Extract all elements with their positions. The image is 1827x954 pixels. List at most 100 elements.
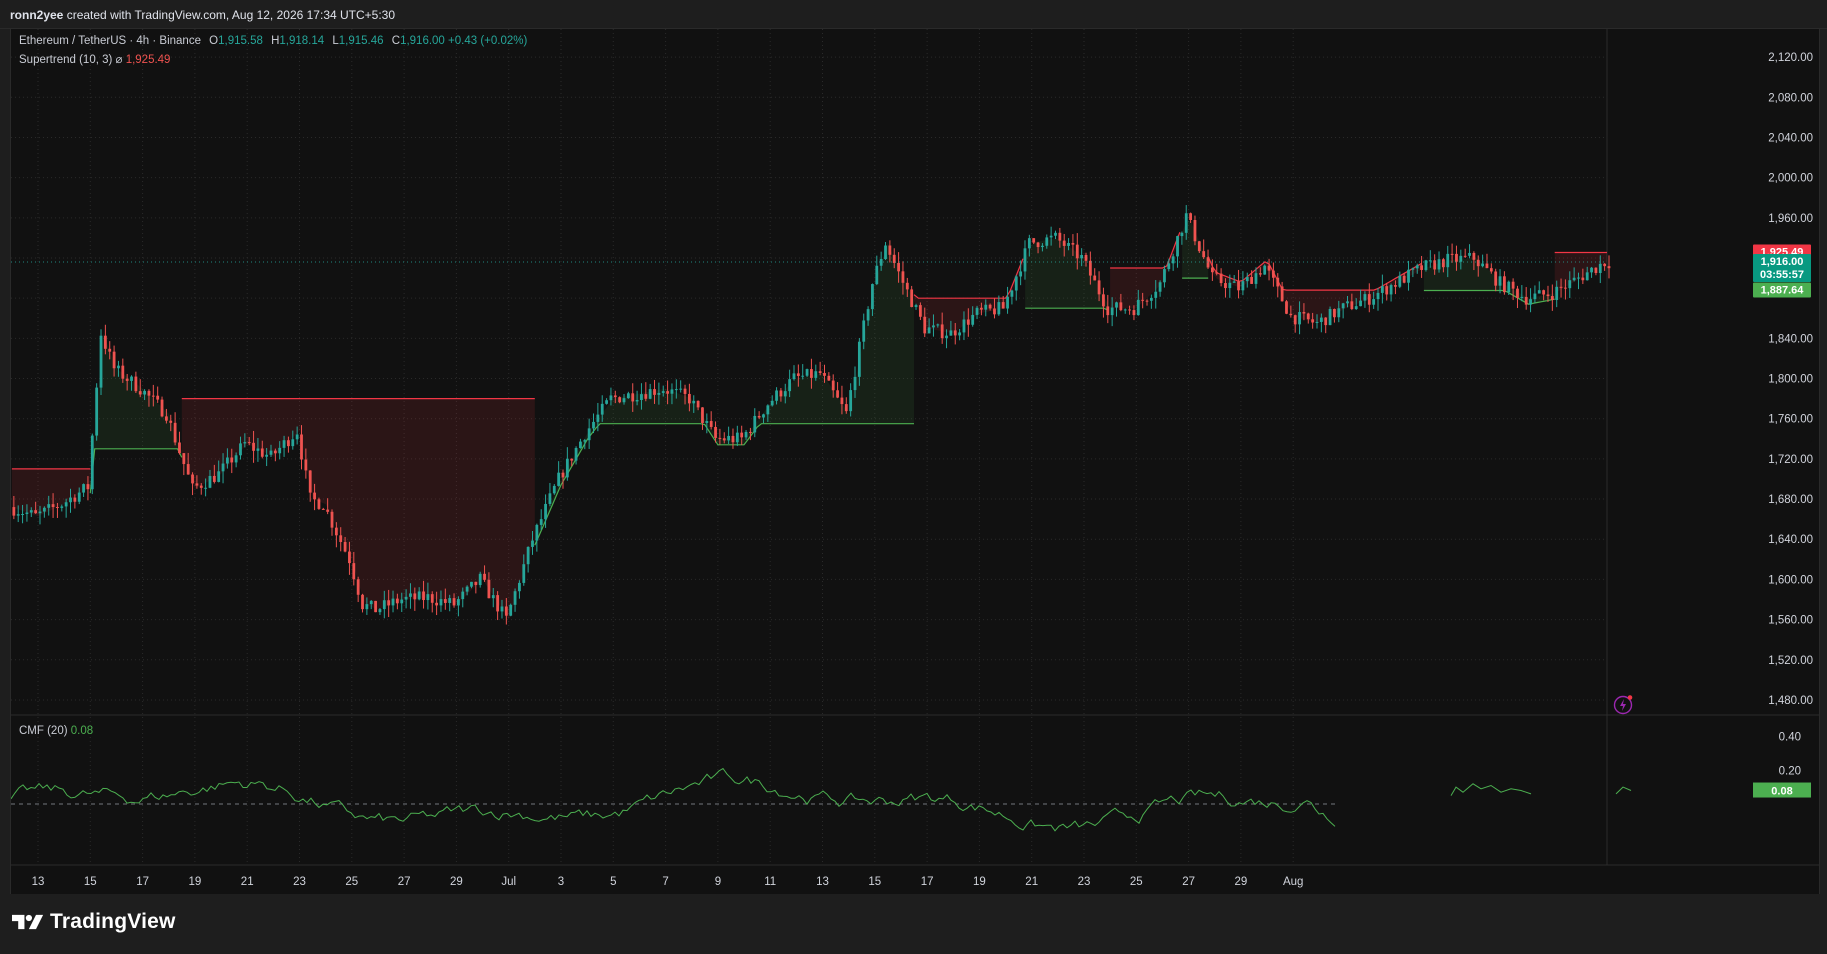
candle-down: [1524, 296, 1528, 305]
candle-down: [993, 308, 996, 315]
time-tick-label: 9: [715, 876, 721, 888]
candle-down: [1062, 240, 1066, 246]
candle-up: [531, 540, 534, 547]
candle-down: [1289, 313, 1293, 316]
candle-up: [871, 284, 874, 310]
candle-up: [622, 398, 626, 403]
cmf-legend[interactable]: CMF (20) 0.08: [19, 725, 93, 737]
candle-up: [1228, 282, 1232, 289]
symbol-legend[interactable]: Ethereum / TetherUS · 4h · Binance O1,91…: [19, 35, 527, 47]
candle-down: [1350, 301, 1354, 310]
candle-up: [1298, 312, 1301, 325]
cmf-label[interactable]: CMF (20): [19, 725, 68, 737]
candle-down: [356, 579, 360, 595]
candle-up: [1115, 302, 1118, 308]
last-price-tag-text: 03:55:57: [1760, 269, 1804, 281]
candle-up: [679, 388, 683, 390]
candle-up: [1376, 292, 1380, 300]
candle-down: [1084, 255, 1088, 261]
candle-down: [1141, 299, 1145, 301]
candle-down: [901, 271, 905, 283]
candle-down: [496, 595, 500, 612]
candle-up: [1123, 309, 1127, 311]
symbol-title[interactable]: Ethereum / TetherUS · 4h · Binance: [19, 35, 201, 47]
candle-up: [1520, 296, 1524, 298]
candle-up: [862, 320, 866, 342]
candle-up: [866, 309, 870, 321]
candle-down: [1489, 268, 1493, 272]
candle-up: [491, 595, 495, 599]
chart-frame[interactable]: 1,480.00 1,520.00 1,560.00 1,600.00 1,640.00…: [10, 28, 1820, 895]
candle-down: [1441, 259, 1445, 268]
candle-up: [1154, 291, 1158, 298]
candle-down: [1036, 242, 1040, 248]
candle-down: [334, 527, 338, 536]
candle-down: [103, 335, 107, 349]
candle-up: [657, 392, 661, 395]
candle-down: [1202, 251, 1206, 258]
candle-down: [827, 375, 831, 381]
candle-up: [439, 599, 443, 606]
candle-down: [840, 397, 844, 405]
candle-up: [1507, 281, 1511, 293]
candle-down: [910, 289, 914, 307]
candle-down: [831, 380, 835, 391]
time-tick-label: 13: [32, 876, 45, 888]
candle-down: [1106, 306, 1110, 316]
supertrend-label[interactable]: Supertrend (10, 3): [19, 54, 112, 66]
price-tick-label: 2,080.00: [1768, 92, 1813, 104]
candle-down: [374, 600, 377, 613]
tradingview-logo-icon: [12, 914, 44, 930]
candle-down: [1001, 302, 1005, 309]
candle-down: [361, 594, 364, 610]
candle-up: [25, 512, 29, 515]
price-chart-canvas[interactable]: 1,480.00 1,520.00 1,560.00 1,600.00 1,640.00…: [11, 29, 1819, 894]
candle-down: [343, 541, 347, 552]
candle-down: [818, 371, 822, 374]
time-tick-label: 17: [136, 876, 149, 888]
candle-down: [247, 442, 251, 444]
supertrend-legend[interactable]: Supertrend (10, 3) ⌀ 1,925.49: [19, 52, 170, 66]
candle-down: [1250, 276, 1254, 284]
candle-down: [1145, 300, 1149, 302]
candle-up: [727, 435, 731, 441]
candle-up: [1263, 265, 1267, 275]
candle-up: [21, 514, 24, 516]
candle-up: [1158, 282, 1162, 292]
candle-down: [1128, 309, 1131, 311]
candle-up: [256, 448, 260, 451]
tradingview-logo[interactable]: TradingView: [12, 910, 176, 934]
candle-down: [387, 600, 391, 606]
candle-up: [518, 582, 521, 592]
candle-down: [1450, 253, 1454, 255]
candle-up: [38, 511, 42, 514]
candle-up: [457, 599, 460, 606]
candle-up: [1346, 301, 1349, 304]
candle-down: [112, 351, 116, 369]
candle-up: [1537, 290, 1541, 294]
candle-up: [557, 472, 561, 486]
candle-down: [1276, 277, 1280, 287]
supertrend-up-fill: [534, 242, 914, 546]
candle-up: [1110, 307, 1114, 316]
candle-down: [701, 407, 704, 423]
candle-down: [1272, 270, 1275, 278]
candle-down: [326, 509, 330, 512]
candle-up: [762, 414, 765, 418]
candle-down: [504, 606, 508, 616]
candle-down: [352, 563, 356, 580]
candle-up: [1415, 265, 1419, 269]
candle-down: [160, 399, 164, 417]
candle-up: [1049, 235, 1053, 238]
candle-down: [1097, 280, 1101, 295]
candle-down: [757, 415, 761, 418]
candle-up: [674, 389, 678, 391]
cmf-tick-label: 0.20: [1779, 765, 1801, 777]
lightning-icon[interactable]: [1611, 693, 1635, 717]
price-tick-label: 1,480.00: [1768, 695, 1813, 707]
supertrend-symbol: ⌀: [115, 54, 123, 66]
candle-up: [1254, 273, 1258, 284]
candle-down: [709, 421, 713, 427]
candle-up: [265, 454, 269, 457]
time-tick-label: 3: [558, 876, 564, 888]
